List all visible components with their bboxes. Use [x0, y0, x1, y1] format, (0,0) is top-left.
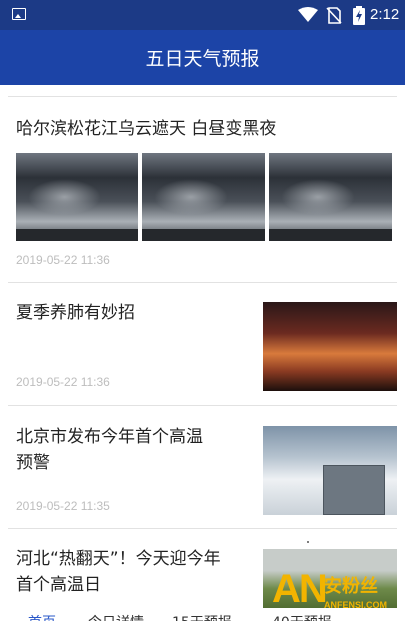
watermark-logo: AN [272, 567, 328, 611]
divider [8, 528, 397, 529]
news-title[interactable]: 夏季养肺有妙招 [16, 300, 135, 326]
scroll-indicator [307, 541, 309, 543]
news-date: 2019-05-22 11:36 [16, 375, 110, 389]
news-title[interactable]: 北京市发布今年首个高温 [16, 424, 203, 450]
watermark-domain: ANFENSI.COM [324, 600, 387, 610]
news-thumbnail[interactable] [16, 153, 138, 241]
news-thumbnail[interactable] [142, 153, 265, 241]
news-thumbnail[interactable] [263, 426, 397, 515]
watermark-text: 安粉丝 [324, 576, 378, 597]
news-date: 2019-05-22 11:36 [16, 253, 110, 267]
status-bar: 2:12 [0, 0, 405, 30]
app-bar: 五日天气预报 [0, 30, 405, 85]
wifi-icon [298, 7, 318, 22]
divider [8, 96, 397, 97]
news-list: 哈尔滨松花江乌云遮天 白昼变黑夜 2019-05-22 11:36 夏季养肺有妙… [0, 85, 405, 621]
news-title-line2[interactable]: 预警 [16, 450, 50, 476]
tab-home[interactable]: 首页 [28, 612, 56, 621]
tab-15-day-forecast[interactable]: 15天预报 [172, 612, 232, 621]
status-time: 2:12 [370, 6, 400, 23]
news-date: 2019-05-22 11:35 [16, 499, 110, 513]
tab-today-details[interactable]: 今日详情 [88, 612, 144, 621]
news-title[interactable]: 河北“热翻天”！今天迎今年 [16, 546, 221, 572]
divider [8, 282, 397, 283]
news-thumbnail[interactable] [269, 153, 392, 241]
image-notification-icon [12, 8, 26, 20]
news-thumbnail[interactable] [263, 302, 397, 391]
news-title[interactable]: 哈尔滨松花江乌云遮天 白昼变黑夜 [16, 116, 276, 142]
no-sim-icon [326, 7, 342, 24]
battery-charging-icon [353, 6, 365, 25]
divider [8, 405, 397, 406]
news-title-line2[interactable]: 首个高温日 [16, 572, 101, 598]
site-watermark: AN 安粉丝 ANFENSI.COM [272, 566, 405, 621]
page-title: 五日天气预报 [145, 48, 260, 70]
